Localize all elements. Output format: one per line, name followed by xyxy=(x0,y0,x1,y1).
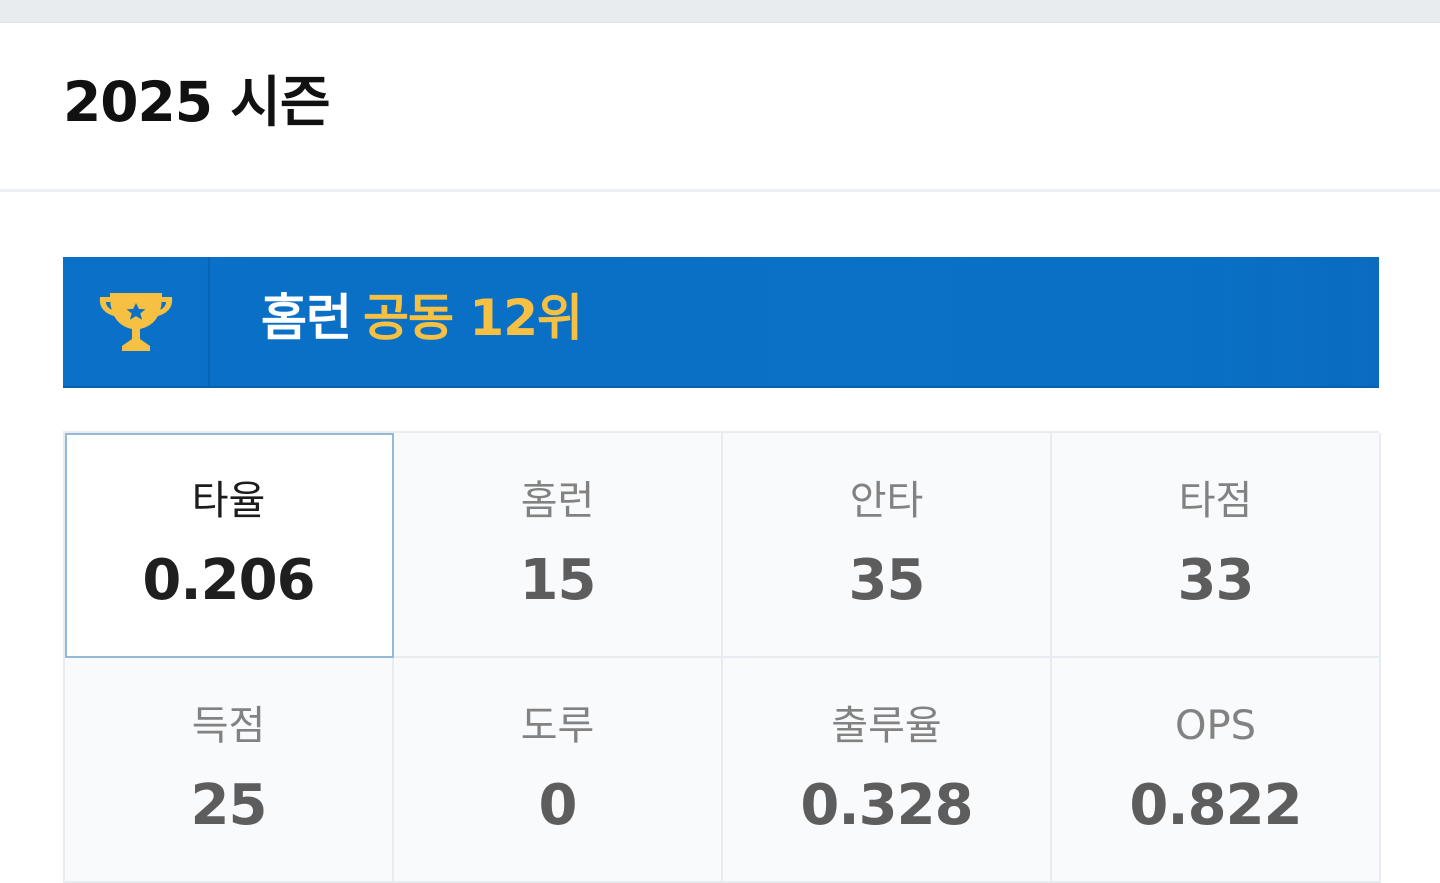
stat-cell-runs[interactable]: 득점 25 xyxy=(65,658,394,883)
stat-value: 0.206 xyxy=(142,548,315,613)
rank-text: 홈런 공동 12위 xyxy=(261,293,583,343)
stat-label: 출루율 xyxy=(831,703,942,749)
stat-grid: 타율 0.206 홈런 15 안타 35 타점 33 득점 25 도루 0 출루… xyxy=(63,431,1381,883)
stat-label: 타점 xyxy=(1178,478,1253,524)
stat-value: 0.328 xyxy=(800,773,973,838)
stat-cell-rbi[interactable]: 타점 33 xyxy=(1052,433,1381,658)
stat-cell-batting-average[interactable]: 타율 0.206 xyxy=(65,433,394,658)
stat-value: 35 xyxy=(848,548,926,613)
stat-label: 홈런 xyxy=(520,478,595,524)
stat-cell-hits[interactable]: 안타 35 xyxy=(723,433,1052,658)
stat-cell-home-runs[interactable]: 홈런 15 xyxy=(394,433,723,658)
stat-label: OPS xyxy=(1175,703,1256,749)
stat-cell-ops[interactable]: OPS 0.822 xyxy=(1052,658,1381,883)
page-title: 2025 시즌 xyxy=(63,70,330,134)
stat-value: 33 xyxy=(1177,548,1255,613)
stat-value: 25 xyxy=(190,773,268,838)
stat-cell-stolen-bases[interactable]: 도루 0 xyxy=(394,658,723,883)
rank-banner: 홈런 공동 12위 xyxy=(63,257,1379,388)
rank-value: 공동 12위 xyxy=(363,289,583,347)
stat-label: 득점 xyxy=(191,703,266,749)
trophy-icon xyxy=(99,292,172,351)
stat-label: 타율 xyxy=(191,478,266,524)
season-header: 2025 시즌 xyxy=(0,23,1440,192)
stat-label: 도루 xyxy=(520,703,595,749)
trophy-box xyxy=(63,257,210,386)
stat-cell-on-base-percentage[interactable]: 출루율 0.328 xyxy=(723,658,1052,883)
stat-value: 0 xyxy=(538,773,578,838)
rank-category: 홈런 xyxy=(261,289,352,347)
stat-label: 안타 xyxy=(849,478,924,524)
top-strip xyxy=(0,0,1440,23)
stat-value: 15 xyxy=(519,548,597,613)
stat-value: 0.822 xyxy=(1129,773,1302,838)
